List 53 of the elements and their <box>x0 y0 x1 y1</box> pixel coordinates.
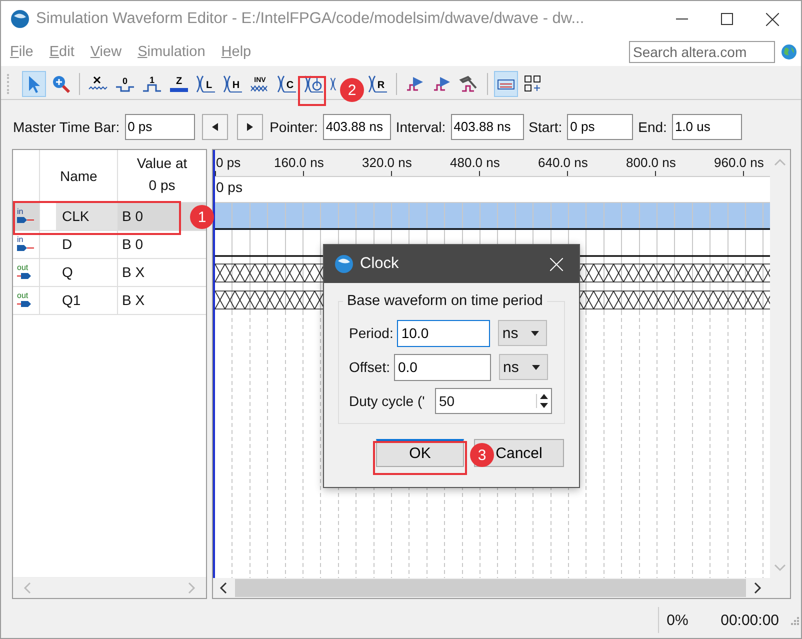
dialog-title: Clock <box>360 255 399 273</box>
signal-row[interactable]: in D B 0 <box>13 230 206 259</box>
start-field[interactable]: 0 ps <box>567 114 634 140</box>
signal-name: Q <box>62 264 73 280</box>
menu-item[interactable]: Help <box>221 44 252 60</box>
duty-cycle-spinbox[interactable]: 50 <box>435 388 552 414</box>
menu-item[interactable]: File <box>10 44 34 60</box>
duty-cycle-label: Duty cycle (' <box>349 393 426 409</box>
signal-name: Q1 <box>62 292 81 308</box>
ok-button[interactable]: OK <box>376 439 464 467</box>
start-label: Start: <box>528 118 562 135</box>
signal-value: B X <box>122 264 145 280</box>
menu-item[interactable]: Edit <box>49 44 74 60</box>
interval-label: Interval: <box>396 118 446 135</box>
column-header: Name <box>40 150 118 202</box>
signal-row[interactable]: out Q1 B X <box>13 286 206 315</box>
ruler-label: 800.0 ns <box>626 154 676 170</box>
elapsed-time: 00:00:00 <box>720 612 779 629</box>
period-label: Period: <box>349 325 394 341</box>
ruler-label: 0 ps <box>216 154 241 170</box>
signal-row[interactable]: out Q B X <box>13 258 206 287</box>
group-title: Base waveform on time period <box>346 293 544 309</box>
pointer-field[interactable]: 403.88 ns <box>322 114 391 140</box>
signal-name: CLK <box>62 208 90 224</box>
step-badge: 2 <box>340 78 364 102</box>
menu-item[interactable]: View <box>90 44 122 60</box>
step-badge: 3 <box>470 443 494 467</box>
cursor-time: 0 ps <box>216 178 242 195</box>
master-time-field[interactable]: 0 ps <box>124 114 195 140</box>
pointer-label: Pointer: <box>270 118 318 135</box>
progress-text: 0% <box>666 612 690 629</box>
ruler-label: 480.0 ns <box>450 154 500 170</box>
signal-value: B 0 <box>122 236 144 252</box>
ruler-label: 320.0 ns <box>362 154 412 170</box>
search-field[interactable]: Search altera.com <box>629 40 775 63</box>
ruler-label: 960.0 ns <box>714 154 764 170</box>
signal-name: D <box>62 236 72 252</box>
signal-value: B 0 <box>122 208 144 224</box>
unit-dropdown[interactable]: ns <box>498 354 548 380</box>
master-time-bar-label: Master Time Bar: <box>13 118 120 135</box>
menu-item[interactable]: Simulation <box>138 44 206 60</box>
ruler-label: 160.0 ns <box>274 154 324 170</box>
offset-field[interactable]: 0.0 <box>394 354 491 380</box>
window-title: Simulation Waveform Editor - E:/IntelFPGA/code/modelsim/dwave/dwave - dw... <box>36 10 584 28</box>
signal-value: B X <box>122 292 145 308</box>
column-header: Value at 0 ps <box>136 154 188 195</box>
end-label: End: <box>638 118 667 135</box>
end-field[interactable]: 1.0 us <box>672 114 742 140</box>
period-field[interactable]: 10.0 <box>397 320 490 346</box>
ruler-label: 640.0 ns <box>538 154 588 170</box>
interval-field[interactable]: 403.88 ns <box>450 114 524 140</box>
unit-dropdown[interactable]: ns <box>498 320 548 346</box>
offset-label: Offset: <box>349 359 390 375</box>
